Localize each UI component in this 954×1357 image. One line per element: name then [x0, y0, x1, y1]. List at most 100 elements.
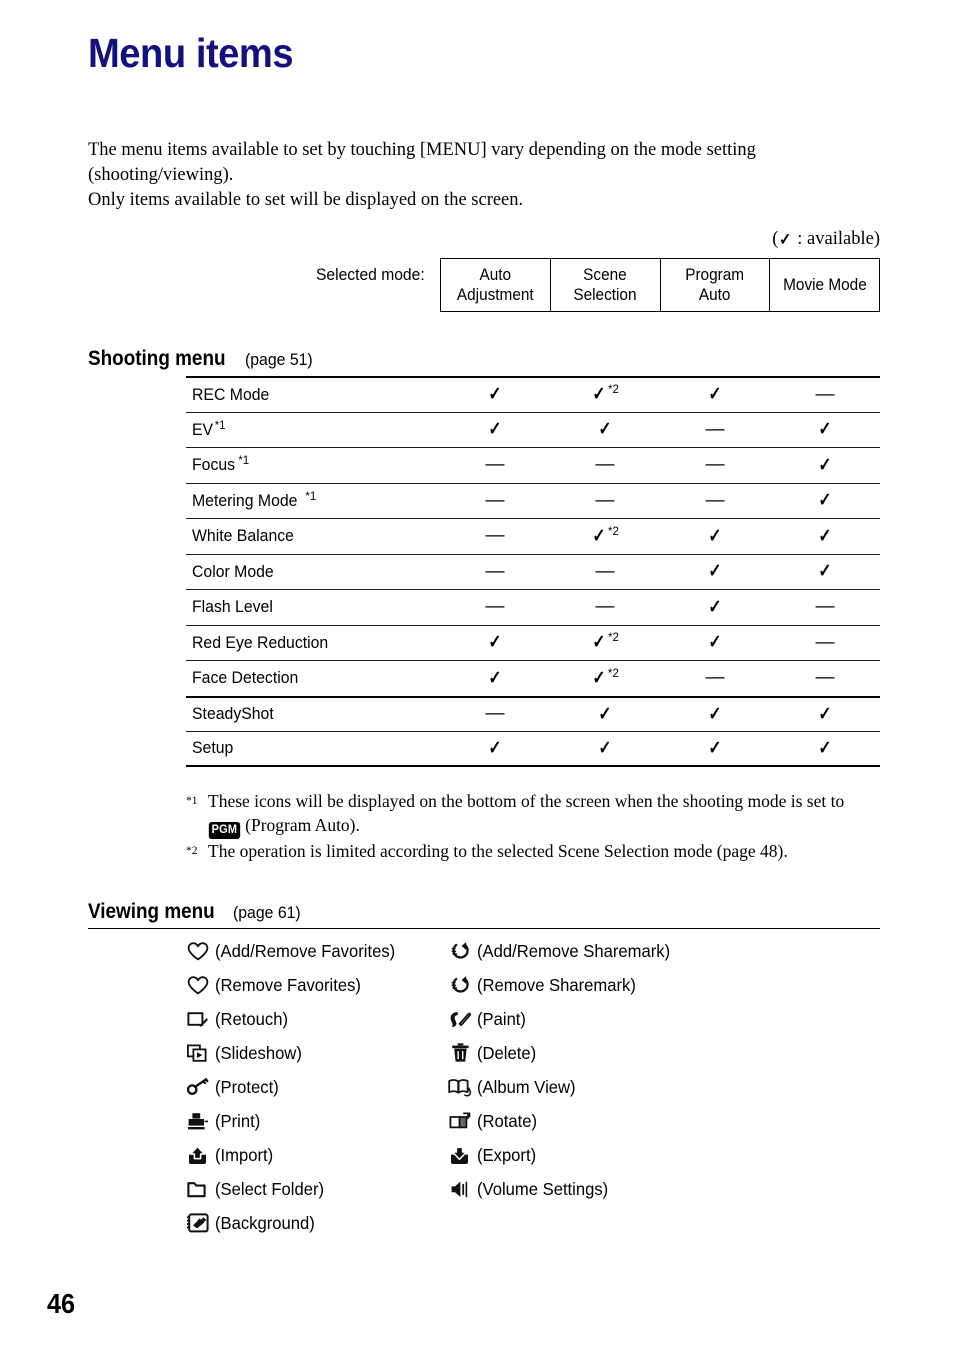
availability-check-icon: ✓ *2	[550, 383, 660, 406]
check-glyph: ✓	[818, 561, 832, 583]
mode-column-label: Auto Adjustment	[456, 266, 534, 304]
availability-check-icon: ✓	[660, 737, 770, 760]
shooting-menu-row-label: Face Detection	[186, 668, 440, 688]
check-icon: ✓	[779, 230, 792, 249]
availability-dash-icon: —	[440, 597, 550, 617]
availability-dash-icon: —	[440, 704, 550, 724]
shooting-menu-row-label: REC Mode	[186, 385, 440, 405]
viewing-menu-list: (Add/Remove Favorites) (Add/Remove Sharem…	[186, 934, 886, 1240]
availability-check-icon: ✓	[660, 525, 770, 548]
check-glyph: ✓	[598, 419, 612, 441]
viewing-menu-row: (Slideshow) (Delete)	[186, 1036, 886, 1070]
viewing-menu-item[interactable]: (Album View)	[448, 1076, 581, 1098]
check-glyph: ✓	[488, 737, 502, 759]
row-label-text: Flash Level	[192, 597, 273, 617]
footnote-1-text-part-1: These icons will be displayed on the bot…	[208, 791, 845, 811]
availability-dash-icon: —	[660, 668, 770, 688]
selected-mode-label: Selected mode:	[316, 265, 425, 284]
row-label-text: Face Detection	[192, 668, 299, 688]
availability-check-icon: ✓	[770, 489, 880, 512]
availability-check-icon: ✓	[550, 418, 660, 441]
row-label-text: Red Eye Reduction	[192, 632, 329, 652]
viewing-menu-item[interactable]: (Export)	[448, 1144, 539, 1166]
viewing-menu-row: (Retouch) (Paint)	[186, 1002, 886, 1036]
cell-footnote-marker: *2	[608, 384, 619, 397]
availability-dash-icon: —	[770, 385, 880, 405]
shooting-menu-row-label: White Balance	[186, 526, 440, 546]
dash-glyph: —	[485, 560, 505, 582]
dash-glyph: —	[705, 489, 725, 511]
viewing-menu-item[interactable]: (Remove Favorites)	[186, 974, 448, 996]
check-glyph: ✓	[592, 384, 606, 406]
availability-dash-icon: —	[550, 597, 660, 617]
viewing-menu-item[interactable]: (Print)	[186, 1110, 448, 1132]
row-label-text: Focus	[192, 455, 236, 475]
cell-footnote-marker: *2	[608, 525, 619, 538]
availability-check-icon: ✓	[660, 596, 770, 619]
row-label-text: Setup	[192, 738, 234, 758]
viewing-menu-item[interactable]: (Protect)	[186, 1076, 448, 1098]
availability-check-icon: ✓	[770, 454, 880, 477]
viewing-menu-item[interactable]: (Slideshow)	[186, 1042, 448, 1064]
check-glyph: ✓	[818, 703, 832, 725]
dash-glyph: —	[485, 703, 505, 725]
dash-glyph: —	[485, 454, 505, 476]
viewing-menu-item[interactable]: (Background)	[186, 1212, 448, 1234]
folder-icon	[186, 1178, 210, 1200]
viewing-menu-item[interactable]: (Retouch)	[186, 1008, 448, 1030]
viewing-menu-item[interactable]: (Rotate)	[448, 1110, 540, 1132]
viewing-menu-item[interactable]: (Import)	[186, 1144, 448, 1166]
footnote-1-marker: *1	[186, 789, 208, 816]
viewing-menu-item[interactable]: (Select Folder)	[186, 1178, 448, 1200]
check-glyph: ✓	[818, 454, 832, 476]
viewing-menu-item[interactable]: (Add/Remove Favorites)	[186, 940, 448, 962]
viewing-menu-row: (Print) (Rotate)	[186, 1104, 886, 1138]
viewing-menu-row: (Background)	[186, 1206, 886, 1240]
viewing-menu-item[interactable]: (Delete)	[448, 1042, 539, 1064]
check-glyph: ✓	[598, 703, 612, 725]
availability-dash-icon: —	[550, 455, 660, 475]
shooting-menu-row: Color Mode — — ✓ ✓	[186, 553, 880, 590]
viewing-menu-item-label: (Print)	[215, 1110, 261, 1131]
trash-icon	[448, 1042, 472, 1064]
viewing-menu-item-label: (Slideshow)	[215, 1042, 302, 1063]
shooting-menu-row: Face Detection ✓ ✓ *2— —	[186, 660, 880, 696]
page-number: 46	[47, 1288, 76, 1319]
footnote-1-body: These icons will be displayed on the bot…	[208, 789, 886, 839]
viewing-menu-row: (Select Folder) (Volume Settings)	[186, 1172, 886, 1206]
viewing-menu-item-label: (Remove Favorites)	[215, 974, 361, 995]
check-glyph: ✓	[592, 667, 606, 689]
viewing-menu-item-label: (Retouch)	[215, 1008, 289, 1029]
availability-dash-icon: —	[440, 491, 550, 511]
mode-column-auto-adjustment: Auto Adjustment	[441, 259, 551, 311]
check-glyph: ✓	[488, 419, 502, 441]
shooting-menu-row: Setup ✓ ✓ ✓ ✓	[186, 731, 880, 767]
availability-dash-icon: —	[660, 455, 770, 475]
availability-dash-icon: —	[550, 491, 660, 511]
availability-dash-icon: —	[770, 668, 880, 688]
viewing-menu-item-label: (Protect)	[215, 1076, 279, 1097]
viewing-menu-item[interactable]: (Add/Remove Sharemark)	[448, 940, 680, 962]
viewing-menu-item[interactable]: (Volume Settings)	[448, 1178, 615, 1200]
check-glyph: ✓	[818, 525, 832, 547]
availability-check-icon: ✓	[550, 703, 660, 726]
check-glyph: ✓	[708, 737, 722, 759]
check-glyph: ✓	[708, 525, 722, 547]
footnote-2-body: The operation is limited according to th…	[208, 841, 788, 861]
availability-check-icon: ✓	[770, 703, 880, 726]
availability-check-icon: ✓	[550, 737, 660, 760]
viewing-menu-row: (Import) (Export)	[186, 1138, 886, 1172]
availability-dash-icon: —	[440, 562, 550, 582]
viewing-menu-item[interactable]: (Paint)	[448, 1008, 529, 1030]
viewing-menu-row: (Add/Remove Favorites) (Add/Remove Sharem…	[186, 934, 886, 968]
availability-dash-icon: —	[660, 491, 770, 511]
row-label-text: EV	[192, 419, 214, 439]
viewing-menu-item-label: (Album View)	[477, 1076, 576, 1097]
dash-glyph: —	[815, 383, 835, 405]
availability-dash-icon: —	[440, 455, 550, 475]
export-icon	[448, 1144, 472, 1166]
viewing-menu-item[interactable]: (Remove Sharemark)	[448, 974, 644, 996]
dash-glyph: —	[705, 667, 725, 689]
shooting-menu-row-label: Color Mode	[186, 562, 440, 582]
shooting-menu-row-label: Focus *1	[186, 455, 440, 475]
